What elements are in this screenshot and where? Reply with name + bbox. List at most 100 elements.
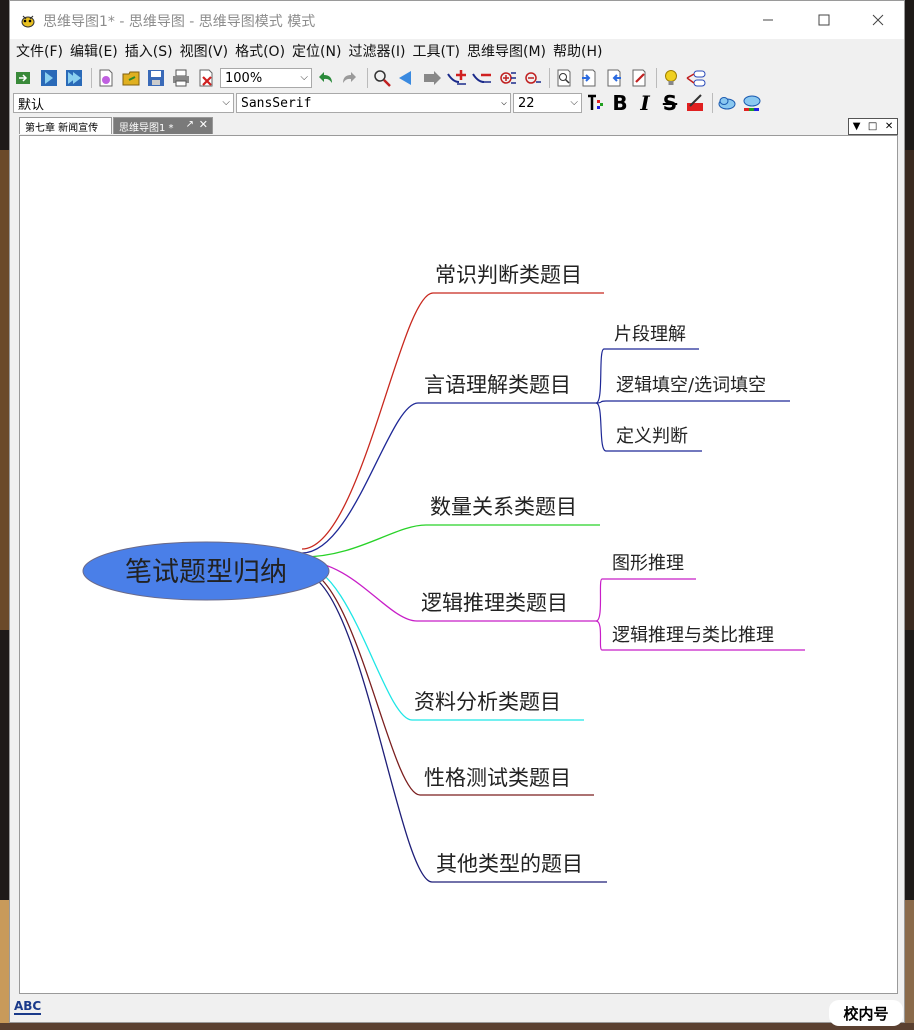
italic-button[interactable]: I <box>634 91 656 115</box>
root-topic-label: 笔试题型归纳 <box>125 557 287 588</box>
menu-edit[interactable]: 编辑(E) <box>67 41 122 61</box>
import-button[interactable] <box>578 67 600 89</box>
mindmap-canvas[interactable]: 常识判断类题目言语理解类题目 片段理解逻辑填空/选词填空 定义判断数量关系类题目逻辑… <box>19 135 898 994</box>
maximize-icon <box>818 14 830 26</box>
branch-topic[interactable]: 性格测试类题目 <box>424 766 571 790</box>
close-button[interactable] <box>850 1 906 39</box>
remove-node-button[interactable] <box>471 67 493 89</box>
style-select[interactable]: 默认 ⌵ <box>13 93 234 113</box>
expand-icon <box>500 72 516 84</box>
subtopic[interactable]: 逻辑推理与类比推理 <box>612 625 774 646</box>
menu-file[interactable]: 文件(F) <box>13 41 67 61</box>
remove-node-icon <box>472 73 491 83</box>
minimize-icon <box>763 19 773 21</box>
font-size-select[interactable]: 22 ⌵ <box>513 93 582 113</box>
title-bar[interactable]: 思维导图1* - 思维导图 - 思维导图模式 模式 <box>10 1 904 39</box>
navigate-back-button[interactable] <box>396 67 418 89</box>
menu-tools[interactable]: 工具(T) <box>410 41 464 61</box>
save-button[interactable] <box>145 67 167 89</box>
node-link-icon <box>686 70 706 87</box>
bold-button[interactable]: B <box>609 91 631 115</box>
cloud-button[interactable] <box>716 92 738 114</box>
menu-filter[interactable]: 过滤器(I) <box>345 41 409 61</box>
subtopic-connector <box>595 348 605 404</box>
idea-button[interactable] <box>660 67 682 89</box>
branch-topic[interactable]: 其他类型的题目 <box>436 852 583 876</box>
app-logo-icon <box>21 15 35 28</box>
menu-mindmap[interactable]: 思维导图(M) <box>464 41 550 61</box>
tab-menu-icon[interactable]: ▼ <box>853 121 861 132</box>
redo-icon <box>343 72 356 83</box>
chevron-down-icon: ⌵ <box>222 97 230 108</box>
branch-connector <box>301 564 413 721</box>
edit-page-icon <box>632 69 646 87</box>
tab-maximize-icon[interactable]: □ <box>868 121 877 132</box>
toolbar-separator <box>367 68 368 88</box>
subtopic[interactable]: 逻辑填空/选词填空 <box>616 375 766 396</box>
maximize-button[interactable] <box>796 1 852 39</box>
branch-connector <box>301 292 434 550</box>
redo-button[interactable] <box>339 67 361 89</box>
chevron-down-icon: ⌵ <box>570 97 578 108</box>
tab-label: 第七章 新闻宣传 <box>25 122 99 134</box>
navigate-forward-button[interactable] <box>421 67 443 89</box>
expand-button[interactable] <box>496 67 518 89</box>
prev-map-icon <box>41 70 57 86</box>
reload-button[interactable] <box>13 67 35 89</box>
close-map-button[interactable] <box>195 67 217 89</box>
zoom-fit-button[interactable] <box>553 67 575 89</box>
subtopic[interactable]: 定义判断 <box>616 426 688 447</box>
tab-label: 思维导图1 * <box>119 122 174 134</box>
node-background-button[interactable] <box>684 92 706 114</box>
open-folder-icon <box>122 71 140 86</box>
menu-help[interactable]: 帮助(H) <box>550 41 606 61</box>
tab-close-icon[interactable]: ✕ <box>199 118 208 131</box>
menu-insert[interactable]: 插入(S) <box>122 41 177 61</box>
tab-mindmap1[interactable]: 思维导图1 * ↗ ✕ <box>113 117 213 134</box>
cloud-icon <box>718 97 736 110</box>
subtopic[interactable]: 图形推理 <box>612 553 684 574</box>
spellcheck-icon[interactable]: ABC <box>14 999 42 1015</box>
subtopic[interactable]: 片段理解 <box>614 324 686 345</box>
font-size-value: 22 <box>518 95 535 111</box>
cloud-color-button[interactable] <box>741 92 763 114</box>
export-button[interactable] <box>603 67 625 89</box>
menu-format[interactable]: 格式(O) <box>232 41 289 61</box>
document-tabs: 第七章 新闻宣传 思维导图1 * ↗ ✕ ▼ □ ✕ <box>15 116 900 135</box>
next-map-button[interactable] <box>63 67 85 89</box>
subtopic-connector <box>595 620 603 651</box>
font-color-button[interactable] <box>584 92 606 114</box>
find-button[interactable] <box>371 67 393 89</box>
node-link-button[interactable] <box>685 67 707 89</box>
arrow-left-icon <box>399 71 411 85</box>
tab-chapter7[interactable]: 第七章 新闻宣传 <box>19 117 112 134</box>
minimize-button[interactable] <box>740 1 796 39</box>
edit-page-button[interactable] <box>628 67 650 89</box>
font-select[interactable]: SansSerif ⌵ <box>236 93 511 113</box>
menu-view[interactable]: 视图(V) <box>177 41 233 61</box>
new-document-icon <box>99 69 113 87</box>
branch-topic[interactable]: 言语理解类题目 <box>424 373 571 397</box>
pin-icon[interactable]: ↗ <box>186 119 194 130</box>
branch-topic[interactable]: 逻辑推理类题目 <box>421 591 568 615</box>
undo-button[interactable] <box>314 67 336 89</box>
branch-topic[interactable]: 数量关系类题目 <box>430 495 577 519</box>
new-button[interactable] <box>95 67 117 89</box>
reload-icon <box>16 72 30 84</box>
branch-topic[interactable]: 资料分析类题目 <box>414 690 561 714</box>
collapse-button[interactable] <box>521 67 543 89</box>
main-toolbar: 100% ⌵ <box>13 65 710 91</box>
chevron-down-icon: ⌵ <box>300 72 308 83</box>
add-child-button[interactable] <box>446 67 468 89</box>
tab-close-all-icon[interactable]: ✕ <box>885 121 893 132</box>
chevron-down-icon: ⌵ <box>500 97 507 108</box>
zoom-value: 100% <box>225 70 263 86</box>
strikethrough-button[interactable]: S <box>659 91 681 115</box>
print-button[interactable] <box>170 67 192 89</box>
branch-topic[interactable]: 常识判断类题目 <box>435 263 582 287</box>
zoom-select[interactable]: 100% ⌵ <box>220 68 312 88</box>
prev-map-button[interactable] <box>38 67 60 89</box>
menu-navigate[interactable]: 定位(N) <box>289 41 345 61</box>
branch-connector <box>301 568 421 796</box>
open-button[interactable] <box>120 67 142 89</box>
